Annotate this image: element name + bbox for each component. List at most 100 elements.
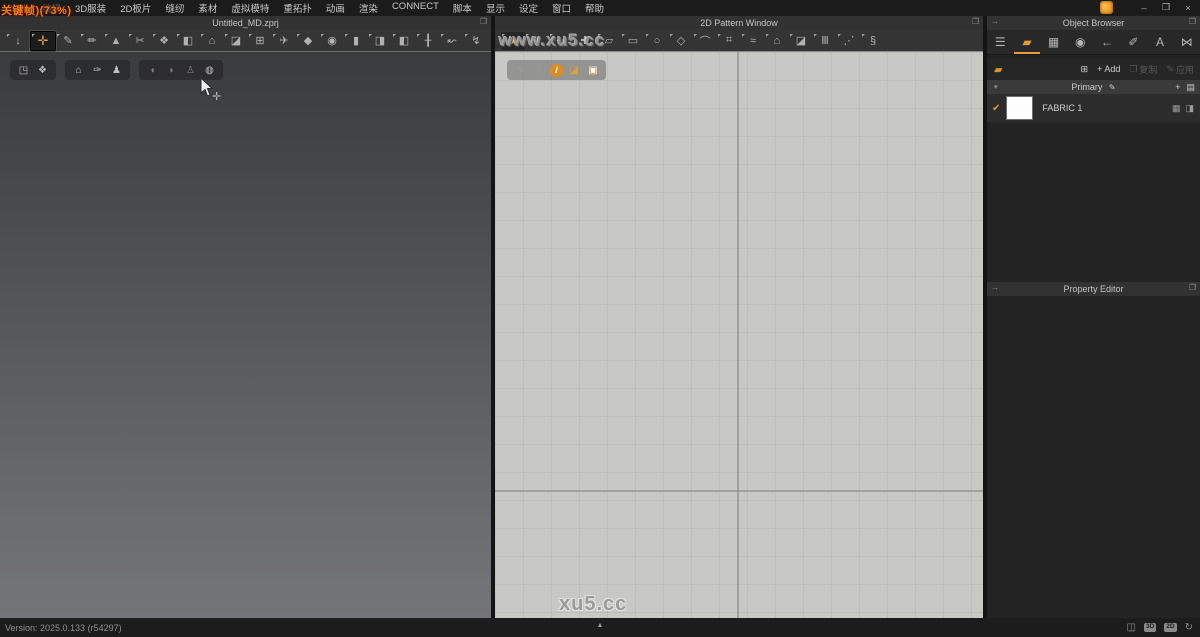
measure-tool-icon[interactable]: ╂ — [416, 32, 440, 50]
simulate-icon[interactable]: ↓ — [6, 32, 30, 50]
select-tool-icon[interactable]: ✎ — [56, 32, 80, 50]
tab-fabric-icon[interactable]: ▰ — [1014, 30, 1041, 54]
tab-puckering-icon[interactable]: A — [1147, 30, 1174, 54]
menu-connect[interactable]: CONNECT — [385, 1, 446, 15]
menu-help[interactable]: 帮助 — [578, 1, 611, 15]
zipper-2d-icon[interactable]: § — [861, 32, 885, 50]
menu-avatar[interactable]: 虚拟模特 — [224, 1, 276, 15]
trace-tool-icon[interactable]: ⌗ — [717, 32, 741, 50]
pattern-pieces-icon[interactable]: ❖ — [152, 32, 176, 50]
tab-topstitch-icon[interactable]: ✐ — [1120, 30, 1147, 54]
move-tool-icon[interactable]: ✛ — [30, 31, 56, 51]
stitch-line-icon[interactable]: ⋰ — [837, 32, 861, 50]
rectangle-tool-icon[interactable]: ▭ — [621, 32, 645, 50]
shirt-overlay-icon[interactable]: ⌂ — [531, 65, 547, 76]
fold-right-icon[interactable]: ◧ — [392, 32, 416, 50]
apply-fabric-button[interactable]: ✎ 应用 — [1166, 63, 1194, 76]
internal-line-icon[interactable]: ⌒ — [693, 32, 717, 50]
copy-fabric-button[interactable]: ❐ 复制 — [1129, 63, 1157, 76]
tab-button-icon[interactable]: ◉ — [1067, 30, 1094, 54]
wind-icon[interactable]: ✈ — [272, 32, 296, 50]
button-tool-icon[interactable]: ◉ — [320, 32, 344, 50]
primary-section-header[interactable]: ▾ Primary ✎ + ▤ — [987, 80, 1200, 94]
minimize-button[interactable]: – — [1137, 3, 1151, 13]
steam-press-icon[interactable]: ◧ — [176, 32, 200, 50]
fabric-2d-icon[interactable]: ◪ — [789, 32, 813, 50]
tab-pattern-icon[interactable]: ▦ — [1040, 30, 1067, 54]
sync-icon[interactable]: ↻ — [1185, 622, 1193, 633]
pattern-2d-titlebar[interactable]: 2D Pattern Window ❐ — [495, 16, 983, 30]
menu-animation[interactable]: 动画 — [319, 1, 352, 15]
show-avatar-icon[interactable]: ♟ — [107, 65, 126, 76]
viewport-3d-canvas[interactable]: ◳❖ ⌂✑♟ ◖◗♙◍ ✛ — [0, 52, 491, 618]
panel-layout-icon[interactable]: ◫ — [1127, 622, 1136, 633]
pin-panel-icon[interactable]: → — [991, 17, 999, 26]
float-window-icon[interactable]: ❐ — [480, 17, 487, 26]
fabric-overlay-icon[interactable]: ◪ — [566, 65, 582, 76]
add-item-icon[interactable]: + — [1175, 82, 1180, 93]
garment-icon[interactable]: ⌂ — [200, 32, 224, 50]
tab-trim-icon[interactable]: ⋈ — [1173, 30, 1200, 54]
restore-button[interactable]: ❐ — [1159, 2, 1173, 13]
badge-3d-icon[interactable]: 3D — [1144, 623, 1156, 632]
menu-3d-garment[interactable]: 3D服装 — [68, 1, 113, 15]
circle-tool-icon[interactable]: ○ — [645, 32, 669, 50]
new-folder-icon[interactable]: ▤ — [1186, 82, 1195, 93]
menu-sewing[interactable]: 缝纫 — [158, 1, 191, 15]
tab-scene-icon[interactable]: ☰ — [987, 30, 1014, 54]
add-fabric-button[interactable]: + Add — [1097, 64, 1120, 74]
wireframe-globe-icon[interactable]: ◍ — [200, 65, 219, 76]
avatar-display-icon[interactable]: ♙ — [181, 65, 200, 76]
tab-zipper-icon[interactable]: ← — [1094, 30, 1121, 54]
menu-script[interactable]: 脚本 — [446, 1, 479, 15]
dart-tool-icon[interactable]: ◇ — [669, 32, 693, 50]
info-overlay-icon[interactable]: i — [550, 64, 563, 77]
float-window-icon[interactable]: ❐ — [972, 17, 979, 26]
mesh-display-icon[interactable]: ◗ — [162, 65, 181, 76]
fold-arrangement-icon[interactable]: ◪ — [224, 32, 248, 50]
fabric-save-icon[interactable]: ◨ — [1185, 103, 1194, 114]
view-cube-icon[interactable]: ◳ — [14, 65, 33, 76]
menu-settings[interactable]: 设定 — [512, 1, 545, 15]
property-editor-titlebar[interactable]: → Property Editor ❐ — [987, 282, 1200, 296]
expand-timeline-icon[interactable]: ▲ — [597, 622, 604, 629]
pin-tool-icon[interactable]: ▲ — [104, 32, 128, 50]
surface-display-icon[interactable]: ◖ — [143, 65, 162, 76]
badge-2d-icon[interactable]: 2D — [1164, 623, 1176, 632]
garment-overlay-icon[interactable]: ▣ — [585, 65, 601, 76]
pen-overlay-icon[interactable]: ✎ — [512, 65, 528, 76]
menu-retopology[interactable]: 重拓扑 — [276, 1, 319, 15]
fabric-check-icon[interactable]: ✔ — [992, 103, 1000, 114]
fabric-swatch[interactable] — [1006, 96, 1033, 120]
pattern-2d-canvas[interactable]: ✎⌂i◪▣ xu5.cc — [495, 52, 983, 618]
tack-curve-icon[interactable]: ↜ — [440, 32, 464, 50]
menu-display[interactable]: 显示 — [479, 1, 512, 15]
pleats-tool-icon[interactable]: Ⅲ — [813, 32, 837, 50]
close-button[interactable]: × — [1181, 3, 1195, 13]
menu-2d-pattern[interactable]: 2D板片 — [113, 1, 158, 15]
float-window-icon[interactable]: ❐ — [1189, 17, 1196, 26]
float-window-icon[interactable]: ❐ — [1189, 283, 1196, 292]
fold-left-icon[interactable]: ◨ — [368, 32, 392, 50]
brush-tool-icon[interactable]: ✏ — [80, 32, 104, 50]
seam-allowance-icon[interactable]: ≈ — [741, 32, 765, 50]
add-from-file-icon[interactable]: ⊞ — [1081, 64, 1089, 75]
menu-render[interactable]: 渲染 — [352, 1, 385, 15]
fabric-list-item[interactable]: ✔ FABRIC 1 ▦ ◨ — [987, 94, 1200, 122]
sewing-tool-icon[interactable]: ✂ — [128, 32, 152, 50]
menu-material[interactable]: 素材 — [191, 1, 224, 15]
object-browser-titlebar[interactable]: → Object Browser ❐ — [987, 16, 1200, 30]
drape-icon[interactable]: ◆ — [296, 32, 320, 50]
menu-window[interactable]: 窗口 — [545, 1, 578, 15]
walk-avatar-icon[interactable]: ↯ — [464, 32, 488, 50]
viewport-3d-titlebar[interactable]: Untitled_MD.zprj ❐ — [0, 16, 491, 30]
pin-display-icon[interactable]: ✑ — [88, 65, 107, 76]
zipper-tool-icon[interactable]: ▮ — [344, 32, 368, 50]
view-garment-icon[interactable]: ❖ — [33, 65, 52, 76]
fabric-texture-icon[interactable]: ▦ — [1172, 103, 1181, 114]
edit-section-icon[interactable]: ✎ — [1109, 83, 1116, 92]
shirt-2d-icon[interactable]: ⌂ — [765, 32, 789, 50]
grid-window-icon[interactable]: ⊞ — [248, 32, 272, 50]
show-garment-icon[interactable]: ⌂ — [69, 65, 88, 76]
pin-panel-icon[interactable]: → — [991, 283, 999, 292]
